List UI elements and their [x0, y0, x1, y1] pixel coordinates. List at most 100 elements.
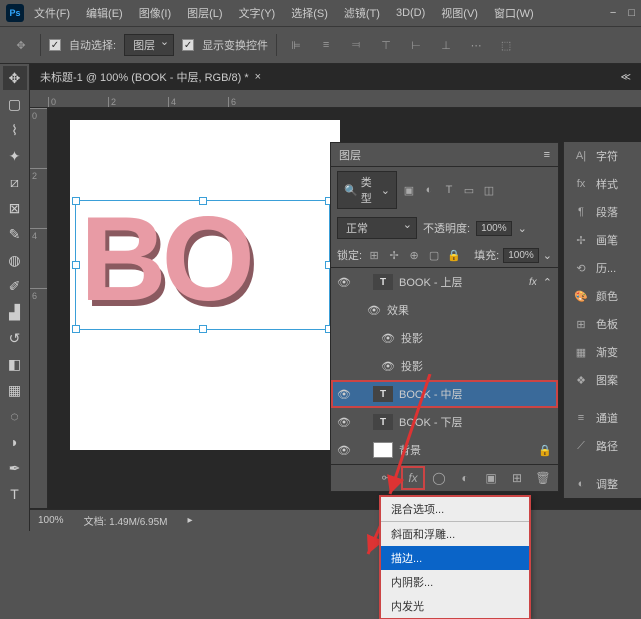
- lock-icon[interactable]: 🔒: [446, 247, 462, 263]
- filter-shape-icon[interactable]: ▭: [461, 182, 477, 198]
- panel-swatches[interactable]: ⊞色板: [564, 310, 641, 338]
- panel-history[interactable]: ⟲历...: [564, 254, 641, 282]
- auto-select-target-dropdown[interactable]: 图层: [124, 34, 174, 56]
- visibility-icon[interactable]: 👁: [337, 388, 351, 401]
- pen-tool[interactable]: ✒: [3, 456, 27, 480]
- opacity-value[interactable]: 100%: [476, 221, 512, 236]
- mask-icon[interactable]: ◯: [430, 469, 448, 487]
- menu-layer[interactable]: 图层(L): [181, 2, 228, 24]
- menu-inner-shadow[interactable]: 内阴影...: [381, 570, 529, 594]
- filter-smart-icon[interactable]: ◫: [481, 182, 497, 198]
- type-tool[interactable]: T: [3, 482, 27, 506]
- filter-adjust-icon[interactable]: ◐: [421, 182, 437, 198]
- layer-row-background[interactable]: 👁 背景 🔒: [331, 436, 558, 464]
- align-right-icon[interactable]: ⫤: [345, 34, 367, 56]
- layer-filter-dropdown[interactable]: 🔍 类型 ⌄: [337, 171, 397, 209]
- effect-drop-shadow[interactable]: 👁 投影: [331, 324, 558, 352]
- menu-view[interactable]: 视图(V): [435, 2, 484, 24]
- visibility-icon[interactable]: 👁: [337, 276, 351, 289]
- lock-position-icon[interactable]: ⊕: [406, 247, 422, 263]
- gradient-tool[interactable]: ▦: [3, 378, 27, 402]
- dodge-tool[interactable]: ◗: [3, 430, 27, 454]
- fill-value[interactable]: 100%: [503, 248, 539, 263]
- panel-brushes[interactable]: ✢画笔: [564, 226, 641, 254]
- effects-group[interactable]: 👁 效果: [331, 296, 558, 324]
- crop-tool[interactable]: ⧄: [3, 170, 27, 194]
- menu-blend-options[interactable]: 混合选项...: [381, 497, 529, 521]
- healing-tool[interactable]: ◍: [3, 248, 27, 272]
- panel-styles[interactable]: fx样式: [564, 170, 641, 198]
- brush-tool[interactable]: ✐: [3, 274, 27, 298]
- filter-image-icon[interactable]: ▣: [401, 182, 417, 198]
- new-layer-icon[interactable]: ⊞: [508, 469, 526, 487]
- panel-color[interactable]: 🎨颜色: [564, 282, 641, 310]
- more-options-icon[interactable]: ⋯: [465, 34, 487, 56]
- history-brush-tool[interactable]: ↺: [3, 326, 27, 350]
- eyedropper-tool[interactable]: ✎: [3, 222, 27, 246]
- visibility-icon[interactable]: 👁: [367, 304, 381, 317]
- layer-row-selected[interactable]: 👁 T BOOK - 中层: [331, 380, 558, 408]
- menu-file[interactable]: 文件(F): [28, 2, 76, 24]
- move-tool[interactable]: ✥: [3, 66, 27, 90]
- maximize-icon[interactable]: □: [628, 7, 635, 19]
- align-center-h-icon[interactable]: ≡: [315, 34, 337, 56]
- 3d-mode-icon[interactable]: ⬚: [495, 34, 517, 56]
- panel-paragraph[interactable]: ¶段落: [564, 198, 641, 226]
- panel-adjustments[interactable]: ◐调整: [564, 470, 641, 498]
- align-top-icon[interactable]: ⊤: [375, 34, 397, 56]
- visibility-icon[interactable]: 👁: [381, 360, 395, 373]
- transform-box[interactable]: [75, 200, 330, 330]
- menu-type[interactable]: 文字(Y): [233, 2, 282, 24]
- document-tab[interactable]: 未标题-1 @ 100% (BOOK - 中层, RGB/8) *: [40, 69, 249, 85]
- stamp-tool[interactable]: ▟: [3, 300, 27, 324]
- lock-pixels-icon[interactable]: ✢: [386, 247, 402, 263]
- menu-filter[interactable]: 滤镜(T): [338, 2, 386, 24]
- lock-artboard-icon[interactable]: ▢: [426, 247, 442, 263]
- align-bottom-icon[interactable]: ⊥: [435, 34, 457, 56]
- blur-tool[interactable]: ◌: [3, 404, 27, 428]
- visibility-icon[interactable]: 👁: [337, 416, 351, 429]
- close-tab-icon[interactable]: ×: [255, 71, 261, 83]
- panel-patterns[interactable]: ❖图案: [564, 366, 641, 394]
- link-layers-icon[interactable]: ⚯: [378, 469, 396, 487]
- marquee-tool[interactable]: ▢: [3, 92, 27, 116]
- menu-edit[interactable]: 编辑(E): [80, 2, 129, 24]
- layer-row[interactable]: 👁 T BOOK - 上层 fx ⌃: [331, 268, 558, 296]
- lasso-tool[interactable]: ⌇: [3, 118, 27, 142]
- menu-image[interactable]: 图像(I): [133, 2, 177, 24]
- lock-all-icon[interactable]: ⊞: [366, 247, 382, 263]
- align-center-v-icon[interactable]: ⊢: [405, 34, 427, 56]
- visibility-icon[interactable]: 👁: [337, 444, 351, 457]
- frame-tool[interactable]: ⊠: [3, 196, 27, 220]
- zoom-level[interactable]: 100%: [38, 515, 64, 526]
- menu-3d[interactable]: 3D(D): [390, 4, 431, 22]
- menu-inner-glow[interactable]: 内发光: [381, 594, 529, 618]
- fx-button[interactable]: fx: [404, 469, 422, 487]
- group-icon[interactable]: ▣: [482, 469, 500, 487]
- wand-tool[interactable]: ✦: [3, 144, 27, 168]
- minimize-icon[interactable]: −: [610, 7, 616, 19]
- canvas[interactable]: BO: [70, 120, 340, 450]
- panel-channels[interactable]: ≡通道: [564, 404, 641, 432]
- filter-type-icon[interactable]: T: [441, 182, 457, 198]
- adjustment-icon[interactable]: ◐: [456, 469, 474, 487]
- panel-gradients[interactable]: ▦渐变: [564, 338, 641, 366]
- align-left-icon[interactable]: ⊫: [285, 34, 307, 56]
- menu-stroke[interactable]: 描边...: [381, 546, 529, 570]
- delete-icon[interactable]: 🗑: [534, 469, 552, 487]
- panel-menu-icon[interactable]: ≡: [544, 149, 550, 161]
- effect-drop-shadow[interactable]: 👁 投影: [331, 352, 558, 380]
- layer-row[interactable]: 👁 T BOOK - 下层: [331, 408, 558, 436]
- menu-select[interactable]: 选择(S): [285, 2, 334, 24]
- visibility-icon[interactable]: 👁: [381, 332, 395, 345]
- blend-mode-dropdown[interactable]: 正常: [337, 217, 417, 239]
- fx-indicator[interactable]: fx: [529, 277, 537, 288]
- menu-bevel-emboss[interactable]: 斜面和浮雕...: [381, 522, 529, 546]
- menu-window[interactable]: 窗口(W): [488, 2, 540, 24]
- panel-character[interactable]: A|字符: [564, 142, 641, 170]
- panel-paths[interactable]: ⟋路径: [564, 432, 641, 460]
- auto-select-checkbox[interactable]: [49, 39, 61, 51]
- eraser-tool[interactable]: ◧: [3, 352, 27, 376]
- collapse-icon[interactable]: ⌃: [543, 276, 552, 289]
- show-transform-checkbox[interactable]: [182, 39, 194, 51]
